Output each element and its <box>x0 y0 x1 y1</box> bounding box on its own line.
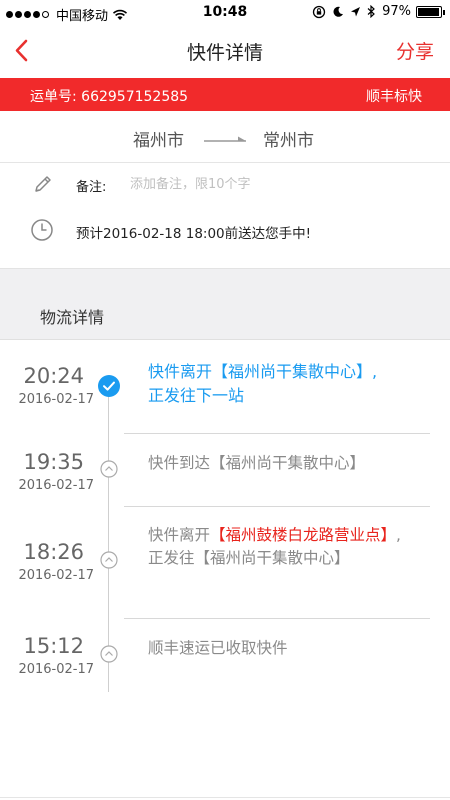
note-input[interactable] <box>130 172 390 196</box>
nav-bar: 快件详情 分享 <box>0 26 450 78</box>
event-divider <box>124 506 430 507</box>
location-arrow-icon <box>351 6 361 16</box>
route-row: 福州市 常州市 <box>0 111 450 163</box>
battery-icon <box>416 5 445 18</box>
moon-icon <box>333 6 344 17</box>
chevron-up-circle-icon <box>100 551 118 569</box>
event-divider <box>124 433 430 434</box>
event-date: 2016-02-17 <box>18 392 94 407</box>
event-divider <box>124 618 430 619</box>
event-time: 18:26 <box>23 540 84 564</box>
logistics-section-header: 物流详情 <box>0 288 450 340</box>
event-text-prefix: 快件离开 <box>148 526 211 544</box>
event-date: 2016-02-17 <box>18 662 94 677</box>
eta-text: 预计2016-02-18 18:00前送达您手中! <box>76 226 312 242</box>
event-date: 2016-02-17 <box>18 568 94 583</box>
route-origin: 福州市 <box>133 131 184 151</box>
status-bar: 中国移动 10:48 97% <box>0 0 450 26</box>
courier-type: 顺丰标快 <box>366 89 422 105</box>
event-description: 快件离开【福州鼓楼白龙路营业点】,正发往【福州尚干集散中心】 <box>148 524 410 570</box>
route-destination: 常州市 <box>263 131 314 151</box>
waybill-banner: 运单号: 662957152585 顺丰标快 <box>0 78 450 111</box>
event-description: 快件到达【福州尚干集散中心】 <box>148 454 366 472</box>
bluetooth-icon <box>367 5 375 18</box>
event-description: 顺丰速运已收取快件 <box>148 639 288 657</box>
event-text-line2: 正发往下一站 <box>148 386 245 405</box>
waybill-label: 运单号: <box>30 89 77 105</box>
event-text-highlight: 【福州鼓楼白龙路营业点】 <box>210 526 397 544</box>
battery-percent: 97% <box>382 4 411 19</box>
waybill-number: 662957152585 <box>81 89 189 105</box>
logistics-timeline: 20:24 2016-02-17 快件离开【福州尚干集散中心】, 正发往下一站 … <box>0 340 450 700</box>
pencil-icon <box>35 176 51 192</box>
chevron-up-circle-icon <box>100 645 118 663</box>
chevron-up-circle-icon <box>100 460 118 478</box>
event-date: 2016-02-17 <box>18 478 94 493</box>
event-time: 19:35 <box>23 450 84 474</box>
status-right: 97% <box>306 4 445 19</box>
section-gap <box>0 268 450 288</box>
eta-row: 预计2016-02-18 18:00前送达您手中! <box>0 210 450 252</box>
battery-fill <box>418 7 440 16</box>
bottom-divider <box>0 797 450 798</box>
page-title: 快件详情 <box>186 42 263 64</box>
clock-icon <box>31 219 53 241</box>
note-label: 备注: <box>76 180 107 195</box>
event-time: 20:24 <box>23 364 84 388</box>
event-time: 15:12 <box>23 634 84 658</box>
event-text-line1: 快件离开【福州尚干集散中心】, <box>148 362 378 381</box>
note-row: 备注: <box>0 164 450 204</box>
route-arrow-icon <box>204 136 246 142</box>
lock-rotation-icon <box>312 5 326 18</box>
checkmark-icon <box>98 375 120 397</box>
section-title: 物流详情 <box>40 308 105 327</box>
waybill-info: 运单号: 662957152585 <box>30 86 188 106</box>
event-description: 快件离开【福州尚干集散中心】, 正发往下一站 <box>148 360 418 408</box>
share-button[interactable]: 分享 <box>396 37 434 64</box>
